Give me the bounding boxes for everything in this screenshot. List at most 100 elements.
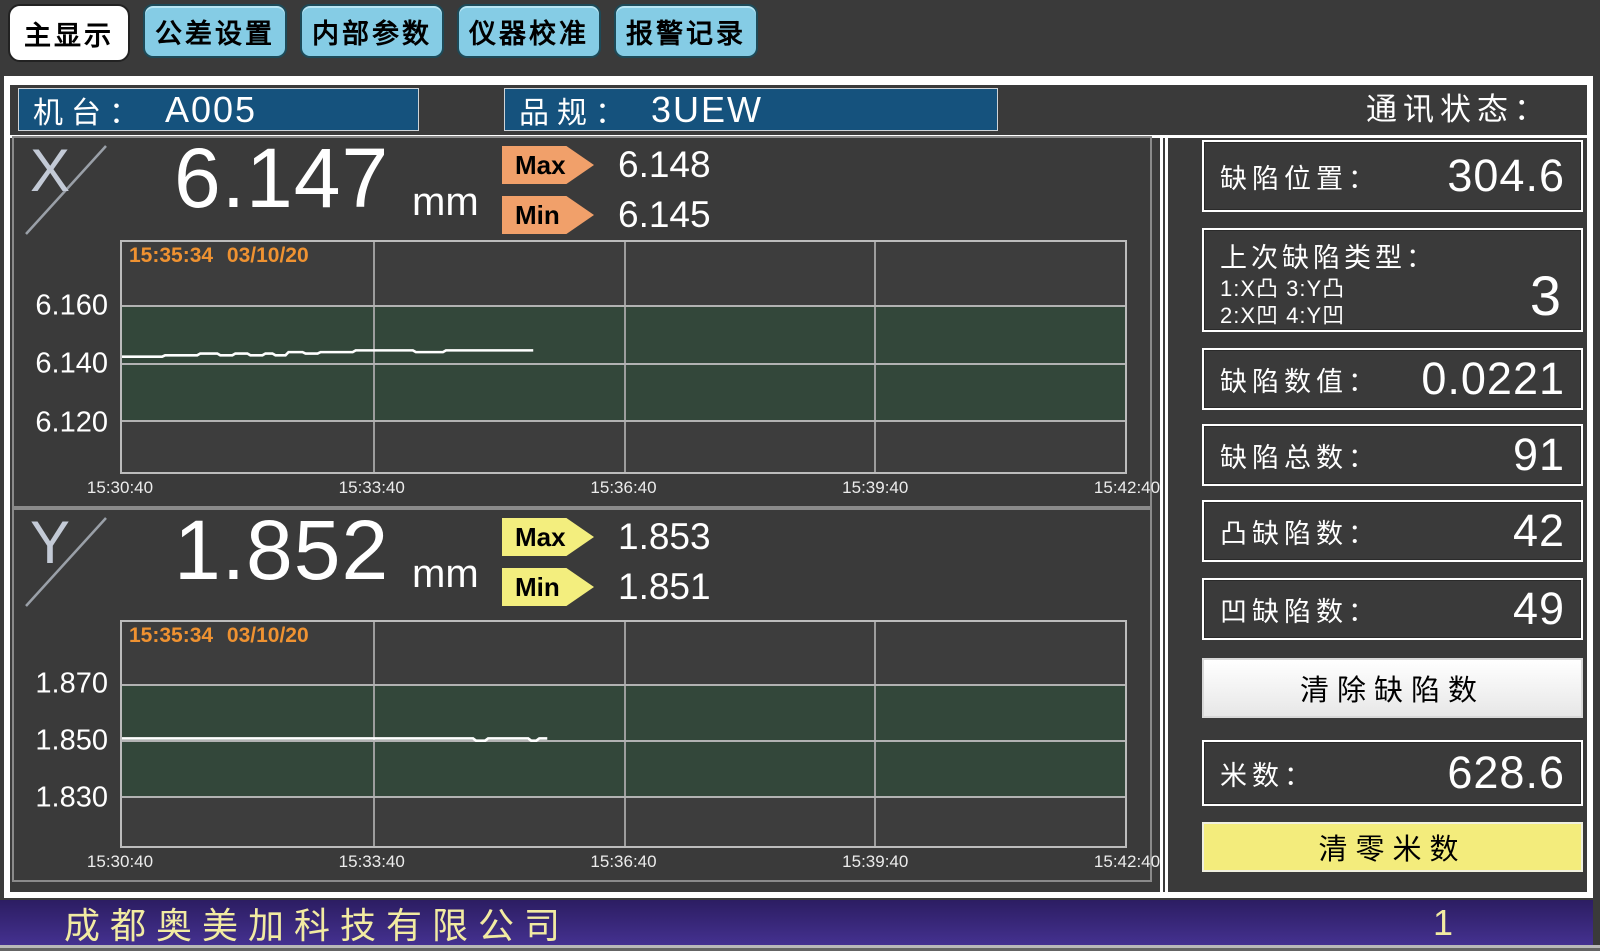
max-tag: Max bbox=[502, 518, 594, 556]
machine-id-label: 机台： bbox=[33, 88, 147, 132]
tab-alarm-records[interactable]: 报警记录 bbox=[614, 4, 758, 58]
tab-instrument-calibration[interactable]: 仪器校准 bbox=[457, 4, 601, 58]
tab-tolerance-settings-label: 公差设置 bbox=[155, 12, 275, 51]
x-chart-y-axis: 6.160 6.140 6.120 bbox=[14, 240, 120, 474]
y-axis-tick-label: 1.850 bbox=[35, 724, 108, 757]
x-chart-area: 6.160 6.140 6.120 15:35:34 03/10/20 15:30:… bbox=[14, 240, 1150, 506]
content-area: X 6.147 mm Max 6.148 Min 6.145 bbox=[10, 135, 1587, 892]
tab-main-display[interactable]: 主显示 bbox=[8, 4, 130, 62]
y-min-row: Min 1.851 bbox=[502, 566, 711, 608]
x-maxmin-block: Max 6.148 Min 6.145 bbox=[502, 144, 711, 236]
y-current-value: 1.852 bbox=[174, 502, 389, 599]
convex-defects-field: 凸缺陷数： 42 bbox=[1202, 500, 1583, 562]
x-axis-tick-label: 15:39:40 bbox=[842, 478, 908, 498]
concave-defects-field: 凹缺陷数： 49 bbox=[1202, 578, 1583, 640]
x-axis-tick-label: 15:36:40 bbox=[590, 852, 656, 872]
tab-internal-parameters[interactable]: 内部参数 bbox=[300, 4, 444, 58]
y-chart-x-axis: 15:30:4015:33:4015:36:4015:39:4015:42:40 bbox=[120, 852, 1127, 876]
x-max-row: Max 6.148 bbox=[502, 144, 711, 186]
meters-field: 米数： 628.6 bbox=[1202, 740, 1583, 806]
stats-panel: 缺陷位置： 304.6 上次缺陷类型： 1:X凸 3:Y凸 2:X凹 4:Y凹 … bbox=[1165, 135, 1587, 892]
tab-internal-parameters-label: 内部参数 bbox=[312, 12, 432, 51]
charts-column: X 6.147 mm Max 6.148 Min 6.145 bbox=[10, 135, 1163, 892]
x-current-value: 6.147 bbox=[174, 130, 389, 227]
x-chart-timestamp: 15:35:34 03/10/20 bbox=[129, 244, 309, 268]
meters-value: 628.6 bbox=[1447, 747, 1565, 799]
x-axis-section: X 6.147 mm Max 6.148 Min 6.145 bbox=[12, 136, 1152, 508]
x-max-value: 6.148 bbox=[618, 144, 711, 186]
x-min-value: 6.145 bbox=[618, 194, 711, 236]
product-spec-field: 品规： 3UEW bbox=[504, 88, 998, 131]
comm-status-label: 通讯状态： bbox=[1366, 85, 1551, 135]
defect-total-label: 缺陷总数： bbox=[1220, 436, 1380, 475]
y-maxmin-block: Max 1.853 Min 1.851 bbox=[502, 516, 711, 608]
last-defect-type-label: 上次缺陷类型： bbox=[1220, 236, 1565, 275]
last-defect-type-field: 上次缺陷类型： 1:X凸 3:Y凸 2:X凹 4:Y凹 3 bbox=[1202, 228, 1583, 332]
measurement-series-line bbox=[122, 622, 1125, 846]
y-min-value: 1.851 bbox=[618, 566, 711, 608]
x-chart-plot: 15:35:34 03/10/20 bbox=[120, 240, 1127, 474]
tab-instrument-calibration-label: 仪器校准 bbox=[469, 12, 589, 51]
y-axis-tick-label: 6.140 bbox=[35, 348, 108, 381]
y-chart-y-axis: 1.870 1.850 1.830 bbox=[14, 620, 120, 848]
y-max-row: Max 1.853 bbox=[502, 516, 711, 558]
x-axis-tick-label: 15:30:40 bbox=[87, 852, 153, 872]
defect-value-field: 缺陷数值： 0.0221 bbox=[1202, 348, 1583, 410]
x-axis-tick-label: 15:36:40 bbox=[590, 478, 656, 498]
concave-defects-label: 凹缺陷数： bbox=[1220, 590, 1380, 629]
product-spec-value: 3UEW bbox=[651, 89, 763, 131]
x-axis-tick-label: 15:30:40 bbox=[87, 478, 153, 498]
machine-id-value: A005 bbox=[165, 89, 257, 131]
y-section-header: Y 1.852 mm Max 1.853 Min 1.851 bbox=[14, 510, 1150, 620]
defect-type-legend-1: 1:X凸 3:Y凸 bbox=[1220, 275, 1565, 302]
y-unit-label: mm bbox=[412, 552, 479, 597]
page-number: 1 bbox=[1433, 902, 1453, 944]
y-axis-tick-label: 6.160 bbox=[35, 289, 108, 322]
max-tag: Max bbox=[502, 146, 594, 184]
x-axis-tick-label: 15:33:40 bbox=[339, 852, 405, 872]
last-defect-type-value: 3 bbox=[1530, 263, 1561, 328]
y-axis-tick-label: 1.830 bbox=[35, 781, 108, 814]
meters-label: 米数： bbox=[1220, 754, 1316, 793]
y-chart-timestamp: 15:35:34 03/10/20 bbox=[129, 624, 309, 648]
x-section-header: X 6.147 mm Max 6.148 Min 6.145 bbox=[14, 138, 1150, 240]
convex-defects-label: 凸缺陷数： bbox=[1220, 512, 1380, 551]
reset-meters-button[interactable]: 清零米数 bbox=[1202, 822, 1583, 872]
defect-value-label: 缺陷数值： bbox=[1220, 360, 1380, 399]
tab-alarm-records-label: 报警记录 bbox=[626, 12, 746, 51]
footer-bar: 成都奥美加科技有限公司 1 bbox=[0, 900, 1593, 945]
hmi-screen: 主显示 公差设置 内部参数 仪器校准 报警记录 机台： A005 品规： 3UE… bbox=[0, 0, 1600, 951]
y-chart-area: 1.870 1.850 1.830 15:35:34 03/10/20 15:30:… bbox=[14, 620, 1150, 880]
x-min-row: Min 6.145 bbox=[502, 194, 711, 236]
defect-total-field: 缺陷总数： 91 bbox=[1202, 424, 1583, 486]
defect-position-value: 304.6 bbox=[1447, 150, 1565, 202]
x-chart-x-axis: 15:30:4015:33:4015:36:4015:39:4015:42:40 bbox=[120, 478, 1127, 502]
defect-position-field: 缺陷位置： 304.6 bbox=[1202, 140, 1583, 212]
defect-type-legend-2: 2:X凹 4:Y凹 bbox=[1220, 302, 1565, 329]
y-axis-section: Y 1.852 mm Max 1.853 Min 1.851 bbox=[12, 508, 1152, 882]
defect-position-label: 缺陷位置： bbox=[1220, 157, 1380, 196]
convex-defects-value: 42 bbox=[1513, 505, 1565, 557]
company-name: 成都奥美加科技有限公司 bbox=[64, 897, 570, 949]
x-axis-tick-label: 15:42:40 bbox=[1094, 852, 1160, 872]
x-axis-label: X bbox=[30, 136, 70, 205]
y-chart-plot: 15:35:34 03/10/20 bbox=[120, 620, 1127, 848]
clear-defects-button[interactable]: 清除缺陷数 bbox=[1202, 658, 1583, 718]
tab-tolerance-settings[interactable]: 公差设置 bbox=[143, 4, 287, 58]
tab-main-display-label: 主显示 bbox=[24, 14, 114, 53]
defect-total-value: 91 bbox=[1513, 429, 1565, 481]
tab-bar: 主显示 公差设置 内部参数 仪器校准 报警记录 bbox=[8, 4, 758, 62]
y-axis-tick-label: 6.120 bbox=[35, 406, 108, 439]
product-spec-label: 品规： bbox=[519, 88, 633, 132]
y-axis-label: Y bbox=[30, 508, 70, 577]
y-axis-tick-label: 1.870 bbox=[35, 667, 108, 700]
defect-value-value: 0.0221 bbox=[1421, 353, 1565, 405]
y-max-value: 1.853 bbox=[618, 516, 711, 558]
x-axis-tick-label: 15:33:40 bbox=[339, 478, 405, 498]
min-tag: Min bbox=[502, 568, 594, 606]
min-tag: Min bbox=[502, 196, 594, 234]
machine-id-field: 机台： A005 bbox=[18, 88, 419, 131]
x-unit-label: mm bbox=[412, 180, 479, 225]
main-frame: 机台： A005 品规： 3UEW 通讯状态： X 6.147 mm bbox=[4, 76, 1593, 898]
x-axis-tick-label: 15:42:40 bbox=[1094, 478, 1160, 498]
